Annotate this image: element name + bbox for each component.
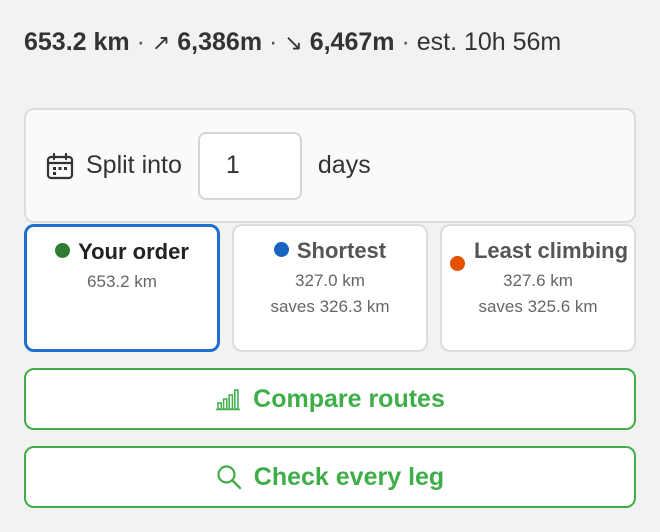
option-title: Least climbing xyxy=(473,238,629,263)
total-ascent: 6,386m xyxy=(177,28,263,56)
blue-dot-icon xyxy=(273,242,289,257)
separator: · xyxy=(269,28,278,56)
total-distance: 653.2 km xyxy=(24,28,130,56)
estimated-time: est. 10h 56m xyxy=(416,28,562,56)
bar-chart-icon xyxy=(215,387,241,411)
option-shortest[interactable]: Shortest 327.0 km saves 326.3 km xyxy=(232,224,428,352)
search-icon xyxy=(216,464,242,490)
orange-dot-icon xyxy=(450,256,465,271)
route-summary: 653.2 km · ↗ 6,386m · ↘ 6,467m · est. 10… xyxy=(24,26,636,59)
split-into-label: Split into xyxy=(86,151,182,179)
option-distance: 653.2 km xyxy=(87,272,157,291)
calendar-icon xyxy=(46,152,74,180)
total-descent: 6,467m xyxy=(309,28,395,56)
check-every-leg-label: Check every leg xyxy=(253,462,445,491)
option-title: Shortest xyxy=(296,238,387,263)
compare-routes-button[interactable]: Compare routes xyxy=(24,368,636,430)
descent-arrow-icon: ↘ xyxy=(284,30,303,55)
split-days-card: Split into days xyxy=(24,108,636,223)
ascent-arrow-icon: ↗ xyxy=(151,30,171,55)
days-input[interactable] xyxy=(197,131,302,200)
option-your-order[interactable]: Your order 653.2 km xyxy=(24,224,220,352)
option-title-row: Shortest xyxy=(234,239,426,263)
route-order-options: Your order 653.2 km Shortest 327.0 km sa… xyxy=(24,224,636,352)
option-savings: saves 325.6 km xyxy=(478,297,598,316)
option-least-climbing[interactable]: Least climbing 327.6 km saves 325.6 km xyxy=(440,224,636,352)
option-title-row: Your order xyxy=(27,240,217,264)
separator: · xyxy=(136,28,145,56)
route-planner-panel: 653.2 km · ↗ 6,386m · ↘ 6,467m · est. 10… xyxy=(0,0,660,532)
option-distance: 327.6 km xyxy=(503,271,573,290)
option-distance: 327.0 km xyxy=(295,271,365,290)
compare-routes-label: Compare routes xyxy=(253,384,445,413)
option-savings: saves 326.3 km xyxy=(270,297,390,316)
check-every-leg-button[interactable]: Check every leg xyxy=(24,446,636,508)
days-unit-label: days xyxy=(317,151,371,179)
option-title: Your order xyxy=(78,239,189,264)
green-dot-icon xyxy=(55,243,71,258)
separator: · xyxy=(401,28,410,56)
